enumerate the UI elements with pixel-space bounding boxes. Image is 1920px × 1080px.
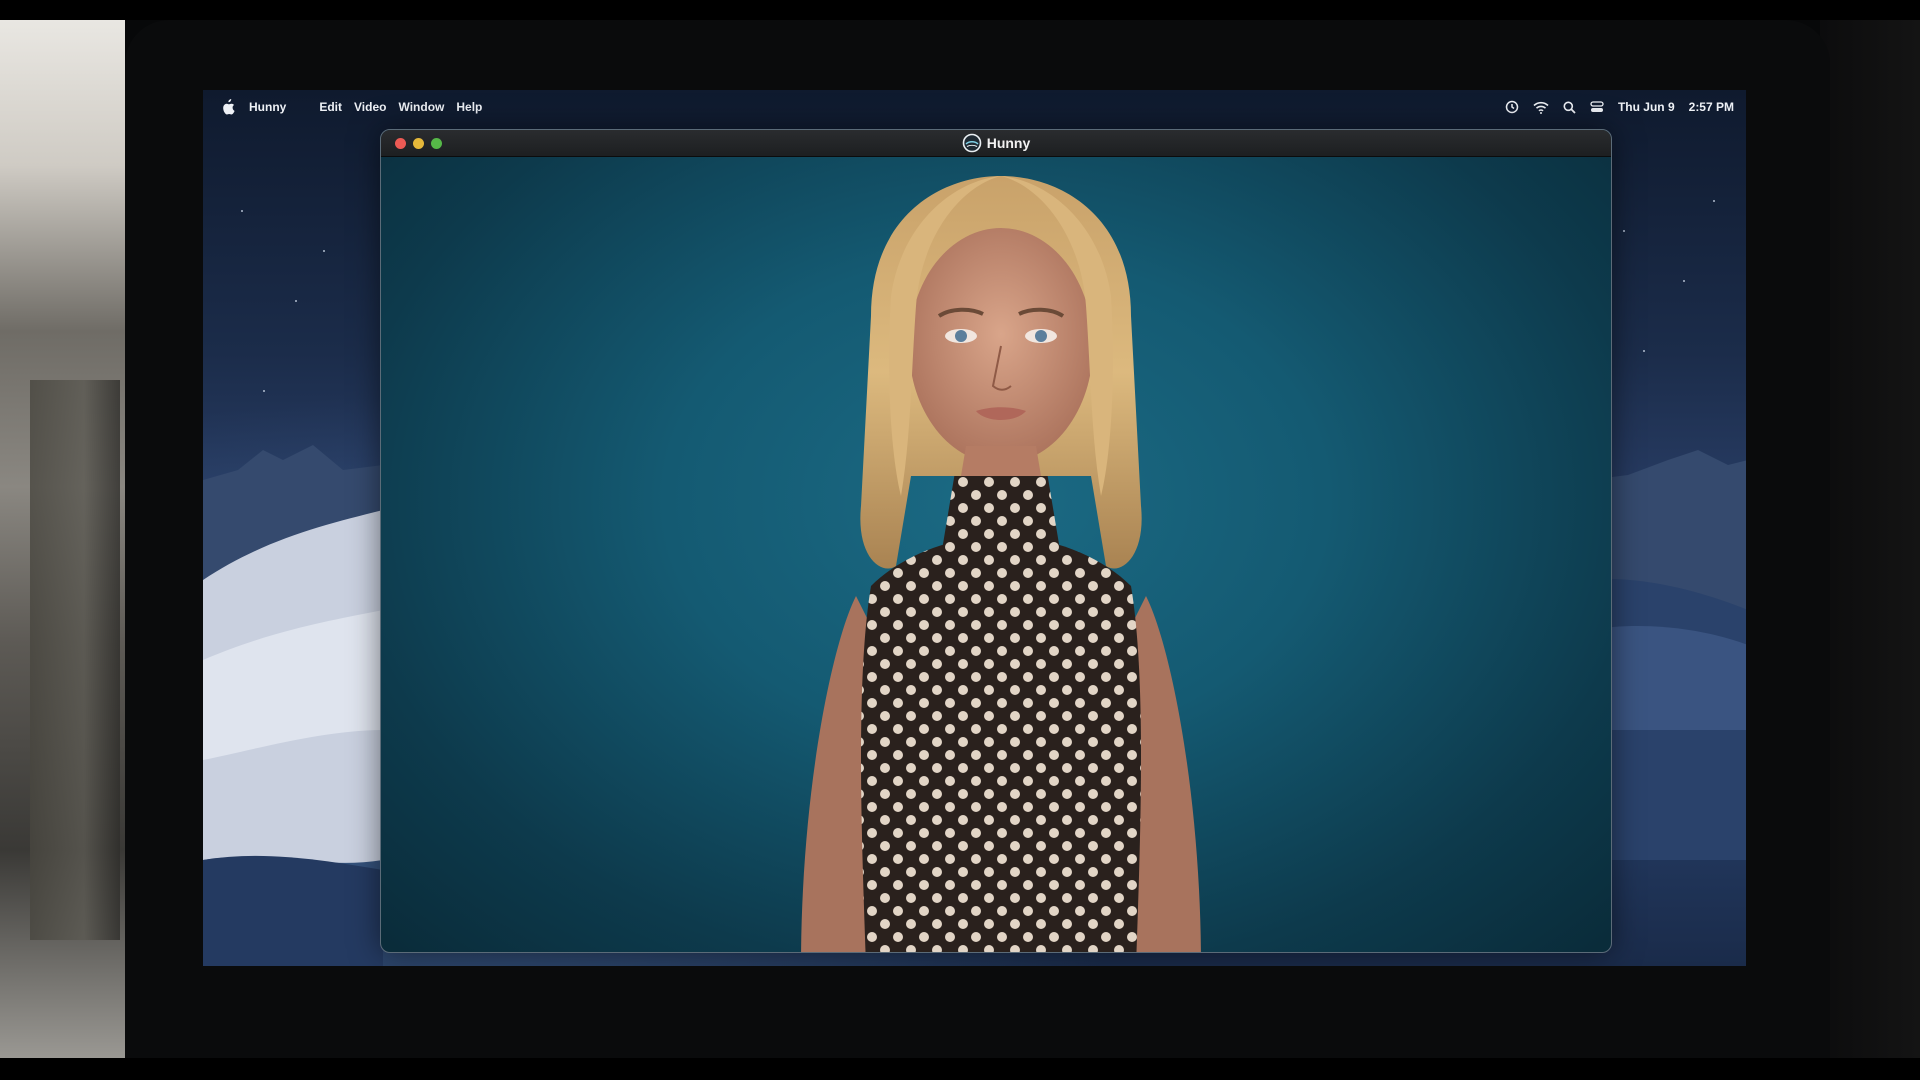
- time-machine-icon[interactable]: [1505, 100, 1519, 114]
- menu-app-name[interactable]: Hunny: [249, 100, 286, 114]
- hunny-logo-icon: [962, 133, 982, 153]
- spotlight-search-icon[interactable]: [1563, 101, 1576, 114]
- background-room: [0, 20, 125, 1058]
- avatar-left-eye: [955, 330, 967, 342]
- menu-edit[interactable]: Edit: [319, 100, 342, 114]
- background-column: [30, 380, 120, 940]
- menu-video[interactable]: Video: [354, 100, 386, 114]
- desktop-screen: Hunny Edit Video Window Help Thu Jun 9 2…: [203, 90, 1746, 966]
- avatar-video-feed: [801, 176, 1201, 952]
- menu-time[interactable]: 2:57 PM: [1689, 100, 1734, 114]
- star: [295, 300, 297, 302]
- star: [323, 250, 325, 252]
- menu-bar: Hunny Edit Video Window Help Thu Jun 9 2…: [203, 90, 1746, 124]
- star: [263, 390, 265, 392]
- window-title: Hunny: [986, 135, 1031, 151]
- menu-window[interactable]: Window: [398, 100, 444, 114]
- hunny-window: Hunny: [380, 129, 1612, 953]
- star: [1643, 350, 1645, 352]
- letterbox-top: [0, 0, 1920, 20]
- background-room-right: [1820, 20, 1920, 1058]
- desert-wallpaper-left: [203, 445, 383, 966]
- star: [1713, 200, 1715, 202]
- control-center-icon[interactable]: [1590, 101, 1604, 113]
- window-title-group: Hunny: [381, 133, 1611, 153]
- wifi-icon[interactable]: [1533, 101, 1549, 114]
- menu-help[interactable]: Help: [456, 100, 482, 114]
- star: [241, 210, 243, 212]
- status-area: Thu Jun 9 2:57 PM: [1505, 100, 1734, 114]
- star: [1683, 280, 1685, 282]
- letterbox-bottom: [0, 1058, 1920, 1080]
- menu-date[interactable]: Thu Jun 9: [1618, 100, 1675, 114]
- apple-icon[interactable]: [221, 99, 235, 115]
- avatar-right-eye: [1035, 330, 1047, 342]
- window-titlebar[interactable]: Hunny: [381, 130, 1611, 157]
- star: [1623, 230, 1625, 232]
